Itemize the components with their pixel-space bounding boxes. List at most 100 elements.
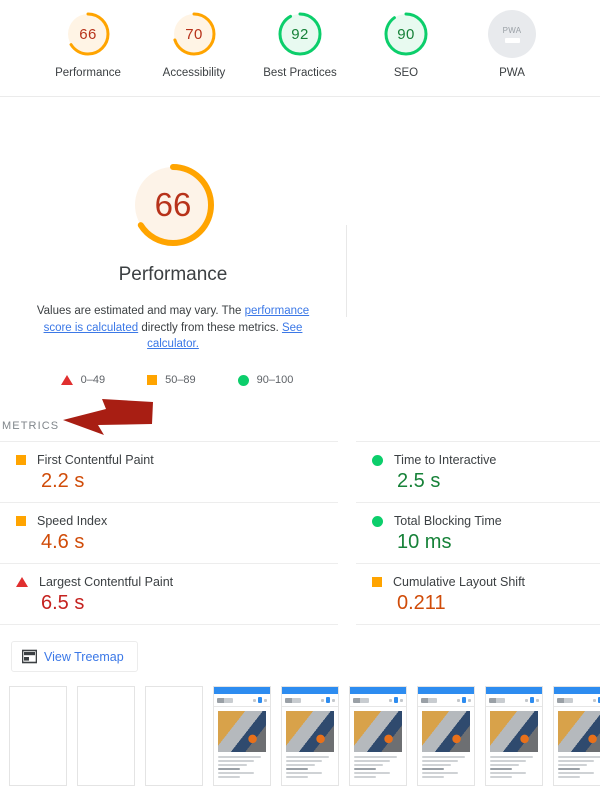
gauge-ring-performance: 66	[64, 10, 112, 58]
legend-label-good: 90–100	[256, 374, 294, 387]
frame-site-header	[418, 694, 474, 708]
gauge-score-performance: 66	[79, 25, 97, 43]
metrics-column-right: Time to Interactive 2.5 s Total Blocking…	[356, 441, 600, 626]
frame-header-dot-icon	[326, 697, 330, 704]
performance-hero-section: 66 Performance Values are estimated and …	[0, 97, 600, 787]
metric-name: Largest Contentful Paint	[39, 575, 174, 590]
filmstrip-frame[interactable]	[77, 686, 135, 787]
metric-head: Speed Index	[0, 514, 338, 528]
pwa-dash-icon	[504, 37, 520, 43]
frame-header-dot-icon	[525, 698, 528, 702]
frame-hero-image	[286, 711, 334, 753]
filmstrip-frame[interactable]	[553, 686, 600, 787]
filmstrip-frame[interactable]	[349, 686, 407, 787]
frame-header-dot-icon	[332, 698, 335, 702]
view-treemap-label: View Treemap	[44, 649, 124, 664]
gauge-best-practices[interactable]: 92 Best Practices	[247, 10, 353, 79]
score-legend: 0–49 50–89 90–100	[53, 374, 294, 387]
frame-header-dot-icon	[462, 697, 466, 704]
frame-text-lines	[350, 752, 406, 779]
frame-hero-image	[354, 711, 402, 753]
filmstrip-frame[interactable]	[213, 686, 271, 787]
square-icon	[16, 455, 26, 466]
gauge-label-accessibility: Accessibility	[162, 67, 226, 79]
metric-first-contentful-paint[interactable]: First Contentful Paint 2.2 s	[0, 441, 338, 502]
filmstrip-frame[interactable]	[417, 686, 475, 787]
frame-header-dot-icon	[264, 698, 267, 702]
gauge-accessibility[interactable]: 70 Accessibility	[141, 10, 247, 79]
filmstrip-frame[interactable]	[485, 686, 543, 787]
frame-header-dot-icon	[457, 698, 460, 702]
frame-text-lines	[486, 752, 542, 779]
metric-value: 10 ms	[397, 531, 452, 554]
metric-total-blocking-time[interactable]: Total Blocking Time 10 ms	[356, 502, 600, 563]
frame-logo-icon	[285, 697, 301, 703]
frame-site-header	[350, 694, 406, 708]
screenshot-filmstrip	[0, 686, 600, 787]
metric-speed-index[interactable]: Speed Index 4.6 s	[0, 502, 338, 563]
frame-logo-icon	[353, 697, 369, 703]
legend-item-poor: 0–49	[60, 374, 106, 387]
frame-hero-image	[558, 711, 600, 753]
metric-value: 2.5 s	[397, 470, 441, 493]
frame-hero-image	[490, 711, 538, 753]
circle-icon	[372, 454, 383, 466]
metric-name: Cumulative Layout Shift	[393, 575, 526, 590]
metric-head: Time to Interactive	[356, 453, 600, 467]
gauge-label-seo: SEO	[393, 67, 419, 79]
pwa-badge-icon: PWA	[488, 10, 536, 58]
metric-name: Total Blocking Time	[394, 514, 502, 529]
hero-score-value: 66	[154, 186, 192, 223]
gauge-pwa[interactable]: PWA PWA	[459, 10, 565, 79]
filmstrip-frame[interactable]	[281, 686, 339, 787]
gauge-ring-accessibility: 70	[170, 10, 218, 58]
metric-value: 6.5 s	[41, 592, 85, 615]
metric-value: 0.211	[397, 592, 446, 615]
metric-head: First Contentful Paint	[0, 453, 338, 467]
frame-header-dot-icon	[253, 698, 256, 702]
metric-value: 4.6 s	[41, 531, 85, 554]
frame-hero-image	[218, 711, 266, 753]
hero-desc-part2: directly from these metrics.	[138, 321, 282, 334]
metrics-column-gap	[338, 441, 356, 625]
gauge-score-best-practices: 92	[291, 25, 309, 43]
frame-header-dot-icon	[258, 697, 262, 704]
metric-largest-contentful-paint[interactable]: Largest Contentful Paint 6.5 s	[0, 563, 338, 626]
frame-logo-icon	[217, 697, 233, 703]
frame-header-dot-icon	[389, 698, 392, 702]
frame-browser-bar	[282, 687, 338, 695]
metric-value: 2.2 s	[41, 470, 85, 493]
metric-cumulative-layout-shift[interactable]: Cumulative Layout Shift 0.211	[356, 563, 600, 626]
frame-header-dot-icon	[400, 698, 403, 702]
filmstrip-frame[interactable]	[145, 686, 203, 787]
metric-name: First Contentful Paint	[37, 453, 154, 468]
gauge-score-accessibility: 70	[185, 25, 203, 43]
hero-gauge-ring: 66	[127, 159, 219, 251]
hero-description: Values are estimated and may vary. The p…	[23, 303, 323, 353]
frame-text-lines	[282, 752, 338, 779]
gauge-seo[interactable]: 90 SEO	[353, 10, 459, 79]
circle-icon	[372, 515, 383, 527]
score-gauges-bar: 66 Performance 70 Accessibility 92 Best …	[0, 0, 600, 97]
metric-head: Cumulative Layout Shift	[356, 575, 600, 589]
frame-site-header	[214, 694, 270, 708]
frame-logo-icon	[421, 697, 437, 703]
gauge-score-seo: 90	[397, 25, 415, 43]
hero-title: Performance	[118, 264, 228, 285]
metric-time-to-interactive[interactable]: Time to Interactive 2.5 s	[356, 441, 600, 502]
legend-label-poor: 0–49	[80, 374, 106, 387]
metrics-grid: First Contentful Paint 2.2 s Speed Index…	[0, 441, 600, 626]
gauge-performance[interactable]: 66 Performance	[35, 10, 141, 79]
metrics-column-left: First Contentful Paint 2.2 s Speed Index…	[0, 441, 338, 626]
triangle-icon	[60, 375, 73, 386]
frame-header-dot-icon	[593, 698, 596, 702]
filmstrip-frame[interactable]	[9, 686, 67, 787]
frame-browser-bar	[350, 687, 406, 695]
metric-name: Time to Interactive	[394, 453, 497, 468]
treemap-icon	[22, 649, 37, 664]
frame-logo-icon	[557, 697, 573, 703]
legend-label-average: 50–89	[165, 374, 196, 387]
frame-browser-bar	[214, 687, 270, 695]
view-treemap-button[interactable]: View Treemap	[11, 641, 138, 673]
triangle-icon	[16, 577, 28, 588]
